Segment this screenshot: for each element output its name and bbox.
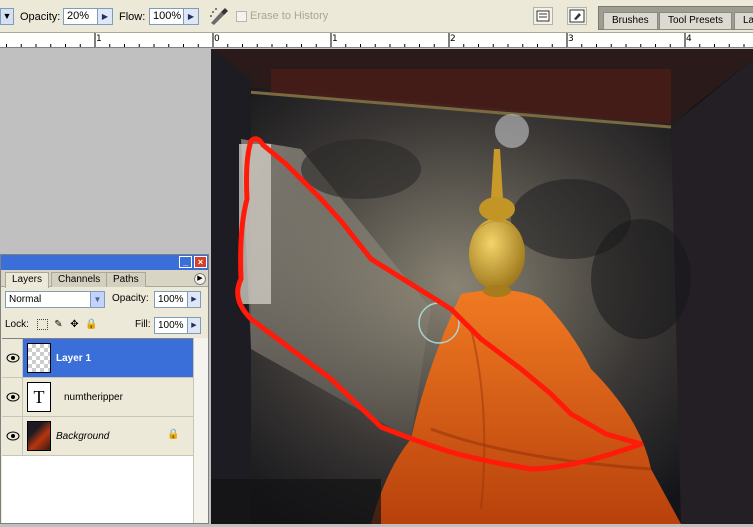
flow-input[interactable]: 100% [149,8,184,25]
tab-paths[interactable]: Paths [106,272,146,287]
layer-list-scrollbar[interactable] [193,338,208,523]
options-bar: ▼ Opacity: 20% ▶ Flow: 100% ▶ Erase to H… [0,0,753,33]
brush-menu-icon[interactable] [567,7,587,25]
lock-transparency-icon[interactable] [37,319,48,330]
layer-thumbnail [27,343,51,373]
ruler-number: 1 [332,34,338,44]
opacity-input[interactable]: 20% [63,8,98,25]
palette-menu-icon[interactable]: ▶ [194,273,206,285]
minimize-icon[interactable]: _ [179,256,192,268]
layer-name: numtheripper [64,392,123,403]
ruler-number: 0 [214,34,220,44]
tool-preset-picker[interactable]: ▼ [0,8,14,25]
layer-name: Background [56,431,110,442]
palette-titlebar[interactable]: _ × [1,255,208,270]
layer-list: Layer 1 T numtheripper Background 🔒 [2,338,193,523]
lock-label: Lock: [5,319,29,330]
flow-label: Flow: [119,11,146,23]
fill-input[interactable]: 100% [154,317,188,334]
eye-icon [6,353,20,363]
horizontal-ruler: 1 0 1 2 3 4 [0,33,753,48]
layer-row-layer-1[interactable]: Layer 1 [2,339,193,378]
fill-arrow[interactable]: ▶ [188,317,201,334]
erase-to-history-label: Erase to History [250,10,329,22]
tool-presets-tab[interactable]: Tool Presets [659,12,733,30]
lock-icon: 🔒 [167,429,180,440]
layer-opacity-label: Opacity: [112,293,149,304]
fill-label: Fill: [135,319,151,330]
eye-icon [6,392,20,402]
palette-toggle-icon[interactable] [533,7,553,25]
palette-well: Brushes Tool Presets La [598,6,753,30]
tab-layers[interactable]: Layers [5,272,50,288]
visibility-toggle[interactable] [2,378,23,416]
ruler-number: 3 [568,34,574,44]
blend-mode-value: Normal [9,294,42,305]
eye-icon [6,431,20,441]
layer-row-numtheripper[interactable]: T numtheripper [2,378,193,417]
lock-position-icon[interactable]: ✥ [69,319,80,330]
lock-pixels-icon[interactable]: ✎ [53,319,64,330]
visibility-toggle[interactable] [2,339,23,377]
opacity-slider-arrow[interactable]: ▶ [98,8,113,25]
document-canvas[interactable] [210,49,753,524]
flow-slider-arrow[interactable]: ▶ [184,8,199,25]
opacity-label: Opacity: [20,11,61,23]
tab-channels[interactable]: Channels [51,272,108,287]
ruler-number: 2 [450,34,456,44]
layers-palette: _ × Layers Channels Paths ▶ Normal ▼ Opa… [0,254,209,524]
blend-mode-select[interactable]: Normal ▼ [5,291,105,308]
ruler-number: 4 [686,34,692,44]
layer-opacity-arrow[interactable]: ▶ [188,291,201,308]
visibility-toggle[interactable] [2,417,23,455]
lock-all-icon[interactable]: 🔒 [85,319,97,330]
layer-name: Layer 1 [56,353,92,364]
palette-tabs: Layers Channels Paths ▶ [1,270,208,288]
chevron-down-icon[interactable]: ▼ [90,292,104,307]
text-layer-icon: T [27,382,51,412]
ruler-number: 1 [96,34,102,44]
layer-opacity-input[interactable]: 100% [154,291,188,308]
layer-comps-tab[interactable]: La [734,12,753,30]
layer-thumbnail [27,421,51,451]
erase-to-history-checkbox[interactable] [236,11,247,22]
brushes-tab[interactable]: Brushes [603,12,658,30]
close-icon[interactable]: × [194,256,207,268]
layer-row-background[interactable]: Background 🔒 [2,417,193,456]
airbrush-icon[interactable] [208,6,230,26]
